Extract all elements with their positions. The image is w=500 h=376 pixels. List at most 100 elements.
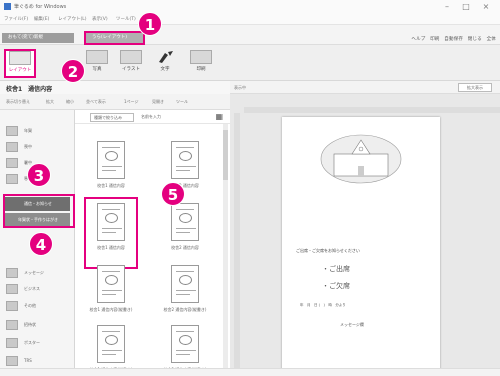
status-bar-right [230, 368, 500, 376]
illustration-button[interactable]: イラスト [116, 50, 146, 78]
subbar-item-side-by-side[interactable]: 並べて表示 [86, 99, 106, 105]
title-bar: 筆ぐるめ for Windows – □ × [0, 0, 500, 13]
category-label: 喪中 [24, 144, 32, 149]
category-icon [6, 126, 18, 136]
category-item[interactable]: その他 [4, 299, 70, 313]
gallery-filter-select[interactable]: 種類で絞り込み [90, 113, 134, 122]
school-building-illustration [320, 134, 402, 184]
category-label: ビジネス [24, 286, 40, 291]
gallery-toolbar: 種類で絞り込み 名前を入力 ▦ [75, 110, 230, 124]
category-icon [6, 142, 18, 152]
menu-file[interactable]: ファイル(F) [4, 16, 28, 22]
category-label: ポスター [24, 340, 40, 345]
thumbnail-page [97, 141, 125, 179]
preview-date-row: 年 月 日 ( ) 時 分より [300, 303, 346, 307]
menu-layout[interactable]: レイアウト(L) [58, 16, 87, 22]
tab-new-front[interactable]: おもて(宛て)新規 [2, 33, 74, 43]
layout-button[interactable]: レイアウト [4, 49, 36, 78]
category-item[interactable]: 喪中 [4, 140, 70, 154]
callout-5: 5 [161, 182, 185, 206]
subbar-item-tools[interactable]: ツール [176, 99, 188, 105]
category-item[interactable]: TRS [4, 354, 70, 368]
maximize-button[interactable]: □ [459, 1, 473, 12]
template-thumbnail[interactable]: 校舎1 通信内容 [87, 138, 135, 204]
subbar-item-one-page[interactable]: 1ページ [124, 99, 138, 105]
gallery-name-filter[interactable]: 名前を入力 [141, 114, 161, 120]
grid-icon[interactable]: ▦ [215, 113, 223, 121]
app-icon [4, 3, 11, 10]
template-thumbnail[interactable]: 校舎2 通信内容 [161, 200, 209, 266]
category-highlight-frame [3, 194, 75, 228]
illustration-icon [120, 50, 142, 64]
window-title: 筆ぐるめ for Windows [14, 4, 67, 10]
preview-zoom-button[interactable]: 拡大表示 [458, 83, 492, 92]
callout-3: 3 [27, 163, 51, 187]
illustration-button-label: イラスト [122, 67, 140, 72]
category-item[interactable]: メッセージ [4, 266, 70, 280]
thumbnail-caption: 校舎1 通信内容 [97, 245, 125, 250]
scrollbar-thumb[interactable] [223, 130, 228, 180]
callout-2: 2 [61, 59, 85, 83]
thumbnail-page [97, 265, 125, 303]
preview-attend: ・ご出席 [322, 265, 350, 273]
category-item[interactable]: ビジネス [4, 282, 70, 296]
menu-view[interactable]: 表示(V) [92, 16, 108, 22]
photo-button-label: 写真 [92, 67, 102, 72]
category-label: 招待状 [24, 322, 36, 327]
template-thumbnail-selected[interactable]: 校舎1 通信内容 [84, 197, 138, 269]
category-icon [6, 320, 18, 330]
text-button-label: 文字 [160, 67, 170, 72]
thumbnail-page [97, 325, 125, 363]
menu-tools[interactable]: ツール(T) [116, 16, 136, 22]
tab-layout[interactable]: うら(レイアウト) [84, 31, 145, 45]
minimize-button[interactable]: – [440, 1, 454, 12]
category-item[interactable]: ポスター [4, 336, 70, 350]
photo-icon [86, 50, 108, 64]
category-item[interactable]: 招待状 [4, 318, 70, 332]
text-button[interactable]: 文字 [150, 50, 180, 78]
printer-icon [190, 50, 212, 64]
toolbar-right-actions[interactable]: ヘルプ 印刷 自動保存 閉じる 全体 [411, 36, 496, 42]
thumbnail-page [97, 203, 125, 241]
callout-1: 1 [138, 12, 162, 36]
photo-button[interactable]: 写真 [82, 50, 112, 78]
preview-greeting: ご出席・ご欠席をお知らせください [296, 248, 360, 253]
preview-label: 表示中 [234, 85, 246, 90]
print-button[interactable]: 印刷 [186, 50, 216, 78]
mode-tab-strip: おもて(宛て)新規 うら(レイアウト) ヘルプ 印刷 自動保存 閉じる 全体 [0, 25, 500, 45]
subbar-item-zoom-out[interactable]: 縮小 [66, 99, 74, 105]
category-icon [6, 301, 18, 311]
layout-icon [9, 51, 31, 65]
menu-bar: ファイル(F) 編集(E) レイアウト(L) 表示(V) ツール(T) ヘルプ(… [0, 13, 500, 25]
menu-edit[interactable]: 編集(E) [34, 16, 49, 22]
layout-button-label: レイアウト [8, 68, 32, 73]
subbar-item-zoom-in[interactable]: 拡大 [46, 99, 54, 105]
preview-paper[interactable]: ご出席・ご欠席をお知らせください ・ご出席 ・ご欠席 年 月 日 ( ) 時 分… [282, 117, 440, 372]
gallery-scrollbar[interactable] [223, 124, 228, 376]
template-thumbnail[interactable]: 校舎2 通信内容(縦書き) [161, 262, 209, 328]
sub-toolbar: 表示切り替え 拡大 縮小 並べて表示 1ページ 見開き ツール [0, 94, 230, 110]
category-item[interactable]: 年賀 [4, 124, 70, 138]
thumbnail-caption: 校舎1 通信内容 [97, 183, 125, 188]
document-title-row: 校舎1 通信内容 [0, 81, 230, 94]
template-gallery: 種類で絞り込み 名前を入力 ▦ 校舎1 通信内容 校舎2 通信内容 校舎1 通信… [75, 110, 230, 376]
subbar-item-view-switch[interactable]: 表示切り替え [6, 99, 30, 105]
category-icon [6, 174, 18, 184]
close-button[interactable]: × [479, 1, 493, 12]
subbar-item-spread[interactable]: 見開き [152, 99, 164, 105]
preview-pane: 表示中 拡大表示 ご出席・ご欠席をお知らせください ・ご出席 ・ご欠席 年 月 … [230, 81, 500, 376]
category-label: TRS [24, 358, 32, 363]
callout-4: 4 [29, 232, 53, 256]
thumbnail-caption: 校舎1 通信内容(縦書き) [89, 307, 133, 312]
category-icon [6, 158, 18, 168]
category-label: 年賀 [24, 128, 32, 133]
preview-header: 表示中 拡大表示 [230, 81, 500, 94]
preview-message-label: メッセージ欄 [340, 322, 364, 327]
document-title: 校舎1 通信内容 [6, 86, 53, 93]
category-icon [6, 338, 18, 348]
thumbnail-page [171, 203, 199, 241]
thumbnail-page [171, 325, 199, 363]
category-label: その他 [24, 303, 36, 308]
brush-icon [154, 50, 176, 64]
template-thumbnail[interactable]: 校舎1 通信内容(縦書き) [87, 262, 135, 328]
